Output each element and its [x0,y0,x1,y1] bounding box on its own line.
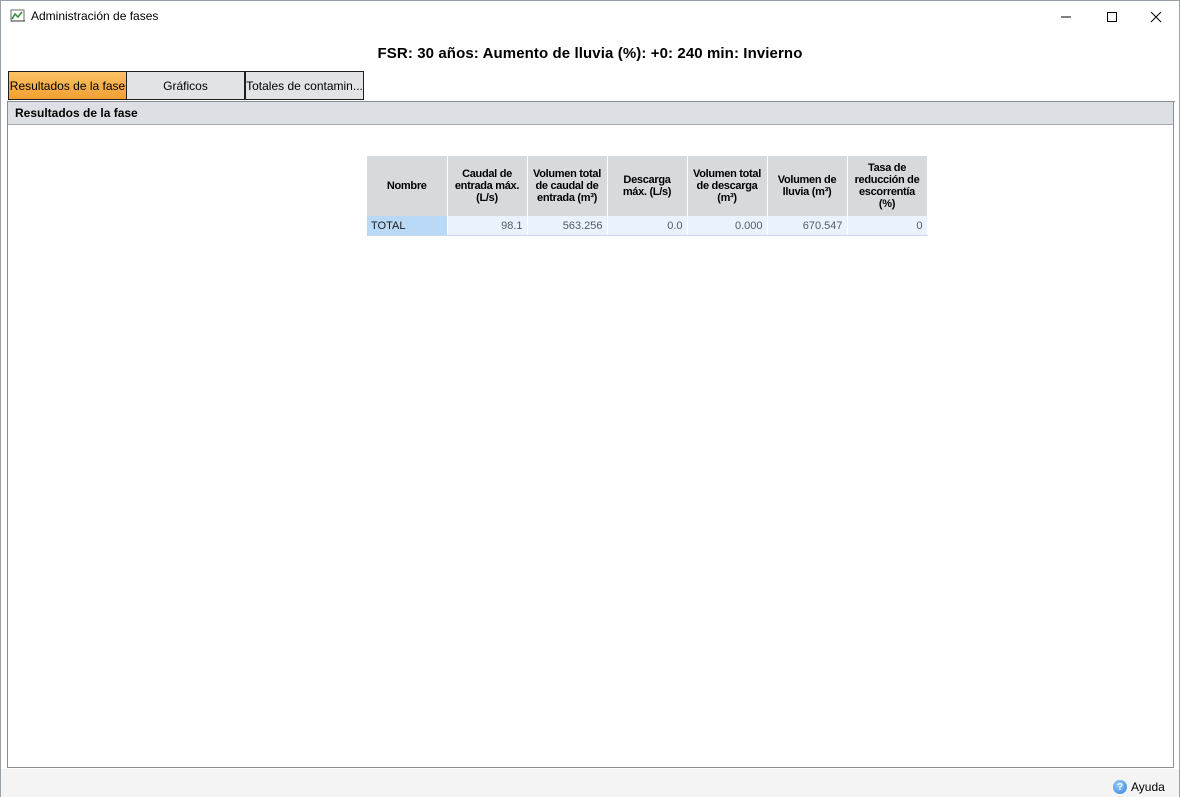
table-header-row: Nombre Caudal de entrada máx. (L/s) Volu… [367,156,928,216]
table-cell[interactable]: 563.256 [527,216,608,236]
column-header[interactable]: Caudal de entrada máx. (L/s) [447,156,528,216]
phase-management-window: Administración de fases FSR: 30 años: Au… [0,0,1180,797]
footer-bar [1,769,1179,797]
table-cell[interactable]: 0.0 [607,216,688,236]
column-header[interactable]: Volumen total de descarga (m³) [687,156,768,216]
app-icon [10,9,26,23]
phase-title: FSR: 30 años: Aumento de lluvia (%): +0:… [377,45,803,62]
close-icon [1150,11,1162,22]
maximize-button[interactable] [1089,1,1135,32]
table-cell[interactable]: 0 [847,216,928,236]
minimize-icon [1061,16,1071,17]
table-row[interactable]: TOTAL 98.1 563.256 0.0 0.000 670.547 0 [367,216,928,236]
column-header[interactable]: Descarga máx. (L/s) [607,156,688,216]
tab-phase-results[interactable]: Resultados de la fase [8,71,127,100]
table-cell[interactable]: 0.000 [687,216,768,236]
close-button[interactable] [1133,1,1179,32]
column-header[interactable]: Nombre [367,156,448,216]
column-header[interactable]: Volumen total de caudal de entrada (m³) [527,156,608,216]
tab-pollutant-totals[interactable]: Totales de contamin... [245,71,364,100]
window-title: Administración de fases [31,9,159,23]
section-header: Resultados de la fase [8,102,1173,125]
table-cell[interactable]: 670.547 [767,216,848,236]
results-panel: Resultados de la fase Nombre Caudal de e… [7,102,1174,768]
table-cell[interactable]: TOTAL [367,216,448,236]
tab-strip: Resultados de la fase Gráficos Totales d… [7,71,1175,102]
help-icon: ? [1113,780,1127,794]
table-cell[interactable]: 98.1 [447,216,528,236]
minimize-button[interactable] [1043,1,1089,32]
column-header[interactable]: Volumen de lluvia (m³) [767,156,848,216]
help-label: Ayuda [1131,780,1165,794]
results-table: Nombre Caudal de entrada máx. (L/s) Volu… [367,156,928,236]
column-header[interactable]: Tasa de reducción de escorrentía (%) [847,156,928,216]
maximize-icon [1107,11,1117,22]
help-button[interactable]: ? Ayuda [1113,779,1165,795]
tab-graphs[interactable]: Gráficos [126,71,245,100]
title-bar: Administración de fases [1,1,1179,32]
